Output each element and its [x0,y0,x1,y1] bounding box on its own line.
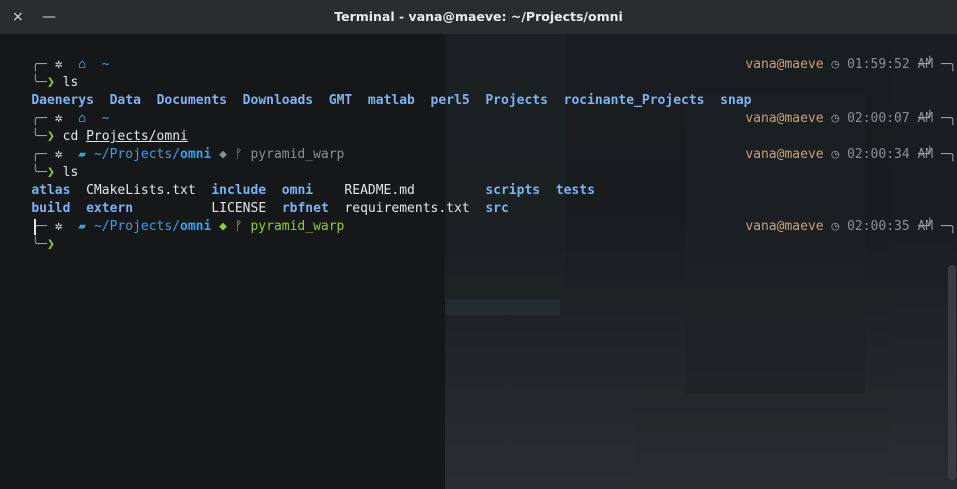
ls-output-home: Daenerys Data Documents Downloads GMT ma… [0,74,751,108]
folder-icon: ▰ [78,219,87,234]
branch-icon: ᚠ [234,219,243,234]
clock-icon: ◷ [831,57,840,72]
prompt-path: ~/Projects/ [93,219,181,234]
command-line: ╰─❯ [31,237,55,252]
prompt-arrow-icon: ❯ [46,237,55,252]
gitlab-icon: ◆ [219,147,227,162]
list-item: GMT [328,93,353,108]
text-cursor [34,219,36,235]
git-branch: pyramid_warp [250,219,345,234]
list-item: matlab [367,93,415,108]
prompt-header: ╭─ ✲ ⌂ ~ [31,111,110,126]
list-item: perl5 [430,93,470,108]
list-item: Downloads [242,93,314,108]
clock-icon: ◷ [831,219,840,234]
gitlab-icon: ◆ [219,219,227,234]
prompt-path-current: omni [180,219,212,234]
list-item: rocinante_Projects [563,93,705,108]
prompt-header: ╭─ ✲ ▰ ~/Projects/omni ◆ ᚠ pyramid_warp [31,219,345,234]
prompt-path-current: omni [180,147,212,162]
home-icon: ⌂ [78,57,87,72]
list-item: tests [555,183,595,198]
title-bar: × — Terminal - vana@maeve: ~/Projects/om… [0,0,957,34]
list-item: requirements.txt [344,201,470,216]
git-branch: pyramid_warp [250,147,345,162]
prompt-path: ~ [101,57,110,72]
list-item: Data [109,93,141,108]
command-line: ╰─❯ ls [31,75,79,90]
list-item: Projects [485,93,548,108]
clock-icon: ◷ [831,111,840,126]
branch-icon: ᚠ [234,147,243,162]
scrollbar[interactable] [948,265,956,480]
user-host: vana@maeve [745,147,824,162]
command-line: ╰─❯ cd Projects/omni [31,129,188,144]
list-item: src [485,201,509,216]
clock-icon: ◷ [831,147,840,162]
list-item: Documents [156,93,228,108]
prompt-header: ╭─ ✲ ▰ ~/Projects/omni ◆ ᚠ pyramid_warp [31,147,345,162]
terminal-output[interactable]: ╭─ ✲ ⌂ ~ vana@maeve ◷ 01:59:52 AM ─╮ ╰─❯… [0,34,956,489]
prompt-header: ╭─ ✲ ⌂ ~ [0,38,109,72]
command-line: ╰─❯ ls [31,165,79,180]
ls-output-row: build extern LICENSE rbfnet requirements… [0,182,509,216]
prompt-path: ~/Projects/ [93,147,181,162]
user-host: vana@maeve [745,219,824,234]
ls-output-row: atlas CMakeLists.txt include omni README… [0,164,595,198]
gear-icon: ✲ [54,219,63,234]
window-title: Terminal - vana@maeve: ~/Projects/omni [334,9,623,24]
user-host: vana@maeve [745,57,824,72]
folder-icon: ▰ [78,147,87,162]
user-host: vana@maeve [745,111,824,126]
